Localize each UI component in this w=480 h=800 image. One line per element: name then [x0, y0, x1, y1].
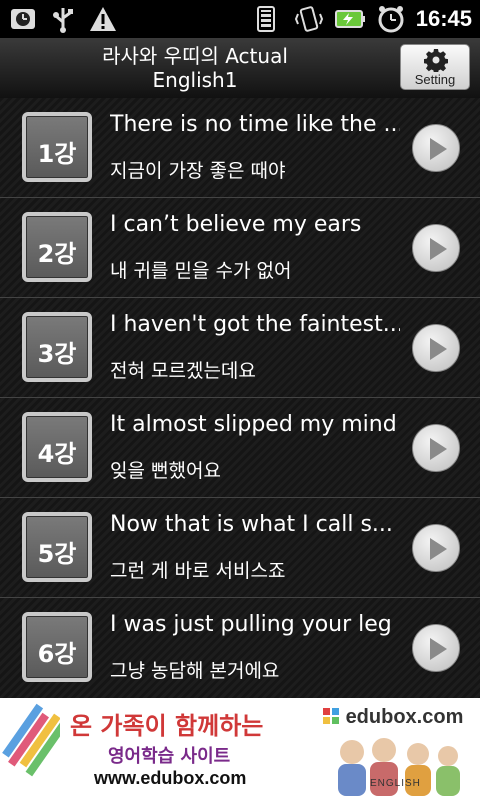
warning-icon [90, 7, 116, 31]
lesson-badge: 4강 [22, 412, 92, 482]
lesson-row-1[interactable]: 1강 There is no time like the ... 지금이 가장 … [0, 98, 480, 198]
lesson-korean-title: 그냥 농담해 본거에요 [110, 660, 280, 682]
ad-brand-text: edubox.com [345, 706, 464, 728]
setting-button-label: Setting [414, 72, 456, 87]
ad-banner[interactable]: 온 가족이 함께하는 영어학습 사이트 www.edubox.com edubo… [0, 698, 480, 800]
page-title: 라사와 우띠의 Actual English1 [0, 44, 390, 92]
lesson-badge: 5강 [22, 512, 92, 582]
play-button[interactable] [412, 324, 460, 372]
play-button[interactable] [412, 424, 460, 472]
lesson-number: 6강 [37, 640, 77, 668]
lesson-english-title: Now that is what I call s... [110, 512, 393, 537]
ad-tag: ENGLISH [370, 778, 421, 789]
pencils-icon [2, 703, 60, 777]
edubox-logo-icon [323, 708, 339, 724]
lesson-badge: 2강 [22, 212, 92, 282]
lesson-row-5[interactable]: 5강 Now that is what I call s... 그런 게 바로 … [0, 498, 480, 598]
lesson-row-2[interactable]: 2강 I can’t believe my ears 내 귀를 믿을 수가 없어 [0, 198, 480, 298]
lesson-english-title: It almost slipped my mind [110, 412, 397, 437]
lesson-number: 4강 [37, 440, 77, 468]
lesson-english-title: There is no time like the ... [110, 112, 400, 137]
lesson-korean-title: 지금이 가장 좋은 때야 [110, 160, 286, 182]
alarm-clock-notification-icon [11, 9, 35, 29]
play-icon [430, 438, 447, 460]
lesson-korean-title: 그런 게 바로 서비스죠 [110, 560, 286, 582]
lesson-number: 3강 [37, 340, 77, 368]
lesson-english-title: I can’t believe my ears [110, 212, 362, 237]
ad-headline: 온 가족이 함께하는 [70, 712, 264, 740]
play-button[interactable] [412, 624, 460, 672]
wifi-icon [256, 6, 275, 32]
lesson-korean-title: 전혀 모르겠는데요 [110, 360, 256, 382]
alarm-clock-icon [378, 6, 404, 33]
lesson-english-title: I haven't got the faintest... [110, 312, 400, 337]
vibrate-icon [294, 6, 323, 32]
play-icon [430, 138, 447, 160]
play-button[interactable] [412, 124, 460, 172]
title-line-2: English1 [152, 68, 238, 92]
ad-brand-logo: edubox.com [322, 706, 463, 729]
ad-subline: 영어학습 사이트 [108, 746, 231, 767]
lesson-english-title: I was just pulling your leg [110, 612, 392, 637]
play-icon [430, 238, 447, 260]
lesson-number: 1강 [37, 140, 77, 168]
gear-icon [424, 49, 448, 72]
ad-url: www.edubox.com [94, 768, 247, 788]
lesson-korean-title: 잊을 뻔했어요 [110, 460, 221, 482]
lesson-row-4[interactable]: 4강 It almost slipped my mind 잊을 뻔했어요 [0, 398, 480, 498]
play-icon [430, 338, 447, 360]
lesson-number: 5강 [37, 540, 77, 568]
play-button[interactable] [412, 224, 460, 272]
lesson-korean-title: 내 귀를 믿을 수가 없어 [110, 260, 292, 282]
usb-icon [53, 8, 73, 33]
lesson-number: 2강 [37, 240, 77, 268]
lesson-list: 1강 There is no time like the ... 지금이 가장 … [0, 98, 480, 698]
lesson-row-3[interactable]: 3강 I haven't got the faintest... 전혀 모르겠는… [0, 298, 480, 398]
status-bar: 16:45 [0, 0, 480, 38]
lesson-row-6[interactable]: 6강 I was just pulling your leg 그냥 농담해 본거… [0, 598, 480, 698]
play-button[interactable] [412, 524, 460, 572]
setting-button[interactable]: Setting [400, 44, 470, 90]
clock-time: 16:45 [415, 6, 472, 31]
lesson-badge: 1강 [22, 112, 92, 182]
play-icon [430, 538, 447, 560]
battery-charging-icon [334, 10, 365, 28]
title-line-1: 라사와 우띠의 Actual [102, 44, 288, 68]
lesson-badge: 3강 [22, 312, 92, 382]
title-bar: 라사와 우띠의 Actual English1 Setting [0, 38, 480, 99]
play-icon [430, 638, 447, 660]
lesson-badge: 6강 [22, 612, 92, 682]
